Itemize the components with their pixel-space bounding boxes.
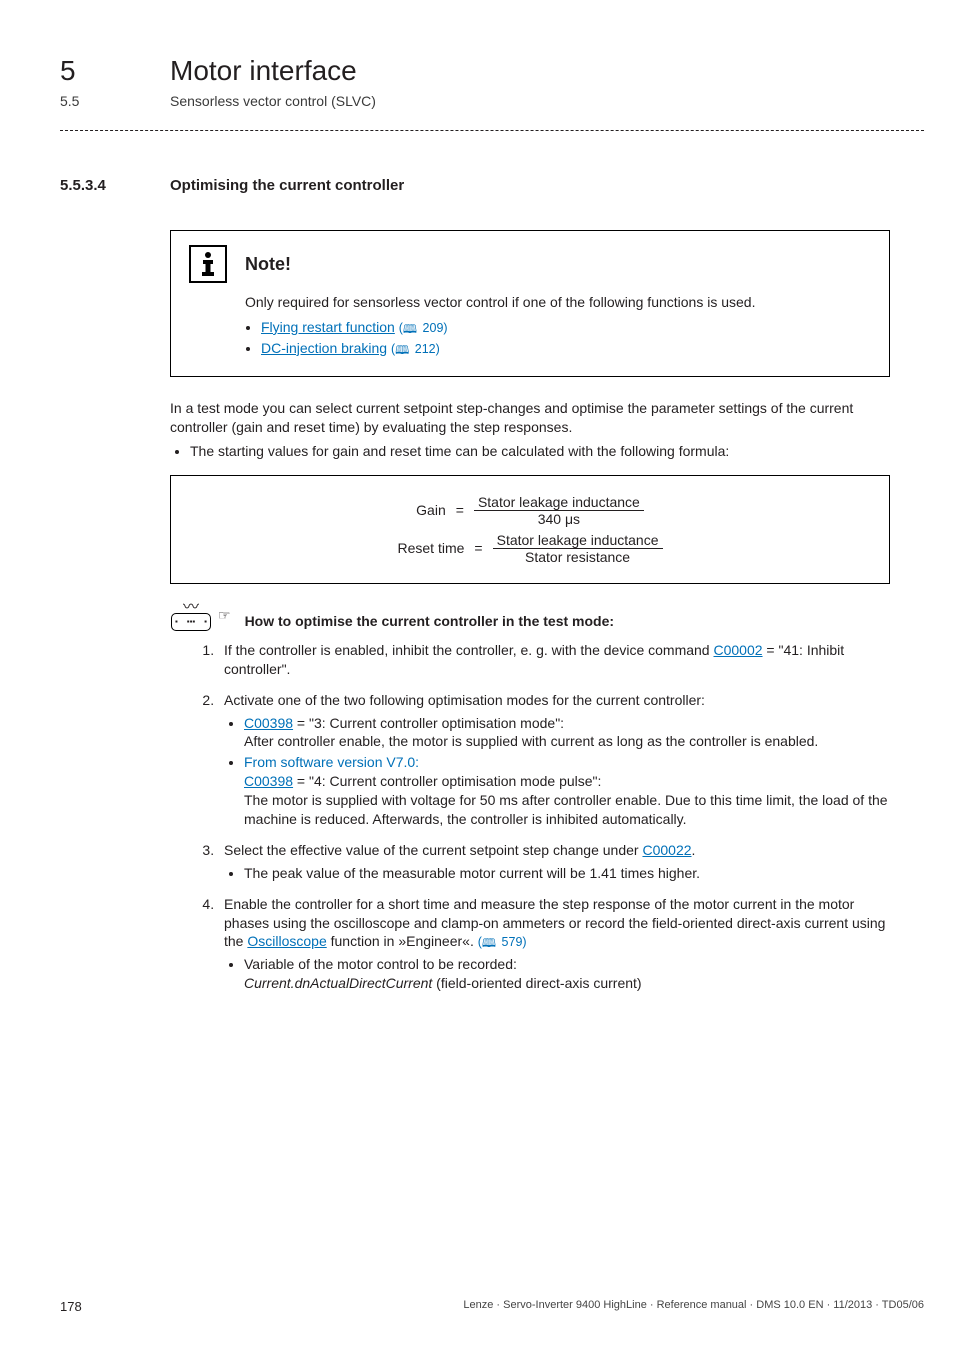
section-number: 5.5: [60, 92, 79, 111]
step4-variable: Current.dnActualDirectCurrent: [244, 975, 432, 991]
gain-numerator: Stator leakage inductance: [474, 494, 644, 511]
step2a-text: = "3: Current controller optimisation mo…: [293, 715, 564, 731]
step-3: Select the effective value of the curren…: [218, 841, 890, 883]
c00022-link[interactable]: C00022: [642, 842, 691, 858]
header-divider: [60, 130, 924, 131]
step2-intro: Activate one of the two following optimi…: [224, 692, 705, 708]
howto-steps: If the controller is enabled, inhibit th…: [198, 641, 890, 993]
pointer-icon: ☞: [218, 606, 231, 625]
c00398-link-b[interactable]: C00398: [244, 773, 293, 789]
gain-lhs: Gain: [416, 501, 446, 520]
howto-title: How to optimise the current controller i…: [245, 602, 614, 631]
equals-sign: =: [456, 501, 464, 520]
flying-restart-link[interactable]: Flying restart function: [261, 319, 395, 335]
page-number: 178: [60, 1298, 82, 1316]
step2a-body: After controller enable, the motor is su…: [244, 733, 818, 749]
page-ref[interactable]: (🕮 209): [399, 321, 448, 335]
dc-injection-link[interactable]: DC-injection braking: [261, 340, 387, 356]
keyboard-icon: 〰 ▪▪▪▪▪: [170, 602, 212, 631]
footer-line: Lenze · Servo-Inverter 9400 HighLine · R…: [463, 1298, 924, 1316]
step-1: If the controller is enabled, inhibit th…: [218, 641, 890, 679]
step-2: Activate one of the two following optimi…: [218, 691, 890, 829]
equals-sign: =: [474, 539, 482, 558]
reset-fraction: Stator leakage inductance Stator resista…: [493, 532, 663, 565]
step2b-body: The motor is supplied with voltage for 5…: [244, 792, 888, 827]
oscilloscope-link[interactable]: Oscilloscope: [247, 933, 326, 949]
note-item: Flying restart function (🕮 209): [261, 318, 871, 337]
step4-bullet: Variable of the motor control to be reco…: [244, 955, 890, 993]
howto-header: 〰 ▪▪▪▪▪ ☞ How to optimise the current co…: [170, 602, 890, 631]
software-version-note: From software version V7.0:: [244, 754, 419, 770]
formula-box: Gain = Stator leakage inductance 340 μs …: [170, 475, 890, 583]
info-icon: [189, 245, 227, 283]
step3-pre: Select the effective value of the curren…: [224, 842, 642, 858]
reset-lhs: Reset time: [398, 539, 465, 558]
reset-numerator: Stator leakage inductance: [493, 532, 663, 549]
gain-denominator: 340 μs: [534, 511, 584, 527]
step2b-text: = "4: Current controller optimisation mo…: [293, 773, 601, 789]
step2-option-a: C00398 = "3: Current controller optimisa…: [244, 714, 890, 752]
step2-option-b: From software version V7.0: C00398 = "4:…: [244, 753, 890, 829]
note-item: DC-injection braking (🕮 212): [261, 339, 871, 358]
note-body-text: Only required for sensorless vector cont…: [245, 293, 871, 312]
gain-fraction: Stator leakage inductance 340 μs: [474, 494, 644, 527]
page-ref[interactable]: (🕮 212): [391, 342, 440, 356]
step3-bullet: The peak value of the measurable motor c…: [244, 864, 890, 883]
step-4: Enable the controller for a short time a…: [218, 895, 890, 993]
step4-bullet-pre: Variable of the motor control to be reco…: [244, 956, 517, 972]
page-footer: 178 Lenze · Servo-Inverter 9400 HighLine…: [60, 1298, 924, 1316]
chapter-number: 5: [60, 52, 76, 90]
subsection-number: 5.5.3.4: [60, 176, 106, 196]
note-heading: Note!: [245, 252, 291, 276]
page-ref[interactable]: (🕮 579): [478, 935, 527, 949]
c00398-link-a[interactable]: C00398: [244, 715, 293, 731]
chapter-title: Motor interface: [170, 52, 357, 90]
section-title: Sensorless vector control (SLVC): [170, 92, 376, 111]
step1-pre: If the controller is enabled, inhibit th…: [224, 642, 714, 658]
subsection-title: Optimising the current controller: [170, 176, 404, 196]
step3-post: .: [692, 842, 696, 858]
step4-post: function in »Engineer«.: [327, 933, 478, 949]
intro-bullet: The starting values for gain and reset t…: [190, 442, 890, 461]
c00002-link[interactable]: C00002: [714, 642, 763, 658]
intro-paragraph: In a test mode you can select current se…: [170, 399, 890, 437]
reset-denominator: Stator resistance: [521, 549, 634, 565]
note-box: Note! Only required for sensorless vecto…: [170, 230, 890, 377]
step4-bullet-post: (field-oriented direct-axis current): [432, 975, 641, 991]
